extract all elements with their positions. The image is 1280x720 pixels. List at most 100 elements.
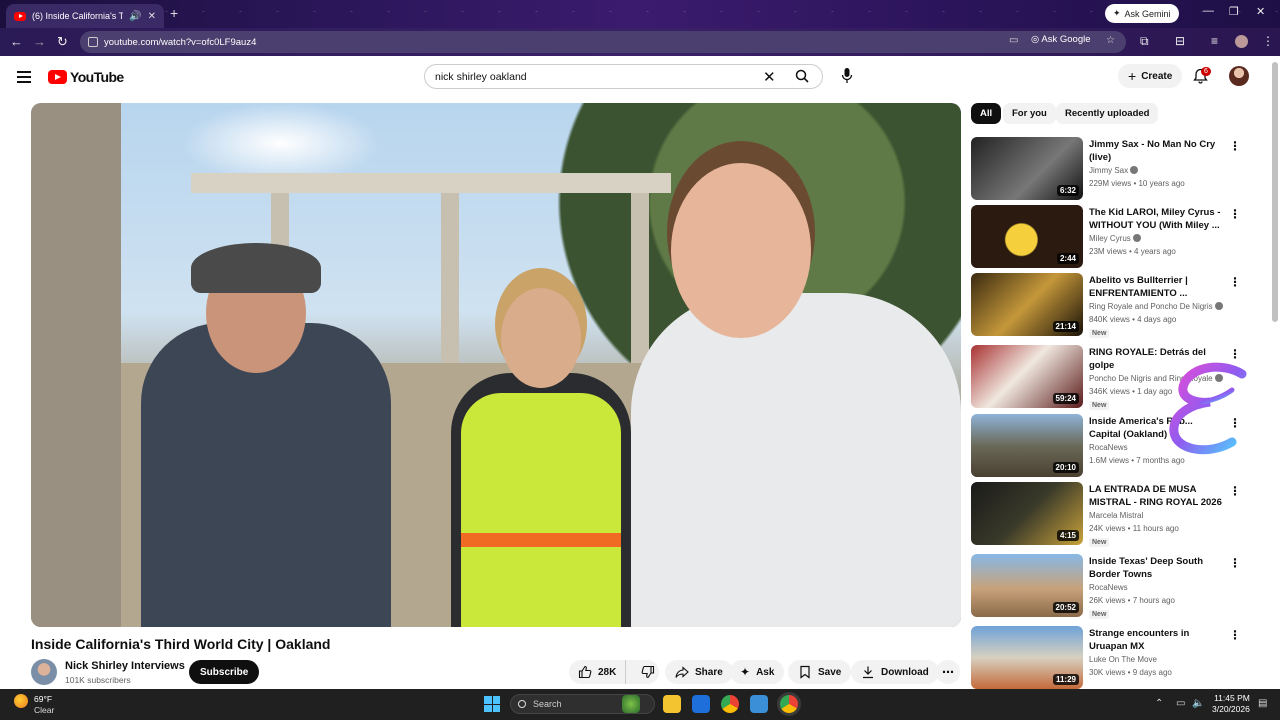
browser-tab[interactable]: (6) Inside California's Third 🔊 ✕ xyxy=(6,4,164,28)
new-tab-button[interactable]: + xyxy=(170,5,178,21)
ask-gemini-button[interactable]: ✦ Ask Gemini xyxy=(1105,4,1179,23)
recommendation-menu-icon[interactable]: ⋮ xyxy=(1229,139,1241,153)
file-explorer-icon[interactable] xyxy=(663,695,681,713)
address-bar[interactable]: youtube.com/watch?v=ofc0LF9auz4 xyxy=(80,31,1126,53)
recommendation-menu-icon[interactable]: ⋮ xyxy=(1229,347,1241,361)
recommendation-item[interactable]: 2:44 The Kid LAROI, Miley Cyrus - WITHOUT… xyxy=(971,205,1251,271)
recommendation-menu-icon[interactable]: ⋮ xyxy=(1229,484,1241,498)
video-thumbnail[interactable]: 20:10 xyxy=(971,414,1083,477)
chrome-active-app-icon[interactable] xyxy=(780,695,798,713)
video-frame-pergola xyxy=(191,173,671,193)
recommendation-channel[interactable]: RocaNews xyxy=(1089,443,1128,452)
volume-icon[interactable]: 🔈 xyxy=(1192,698,1204,709)
weather-temperature[interactable]: 69°F xyxy=(34,694,52,704)
channel-name-label: Marcela Mistral xyxy=(1089,511,1144,520)
like-button[interactable]: 28K xyxy=(569,660,627,684)
like-dislike-group: 28K xyxy=(569,660,659,684)
save-button[interactable]: Save xyxy=(788,660,852,684)
site-info-icon[interactable] xyxy=(88,37,98,47)
recommendation-title[interactable]: Inside Texas' Deep South Border Towns xyxy=(1089,555,1227,581)
recommendation-item[interactable]: 4:15 LA ENTRADA DE MUSA MISTRAL - RING RO… xyxy=(971,482,1251,548)
chip-all[interactable]: All xyxy=(971,103,1002,124)
recommendation-menu-icon[interactable]: ⋮ xyxy=(1229,207,1241,221)
notification-center-icon[interactable]: ▤ xyxy=(1258,698,1267,709)
ask-google-button[interactable]: ◎ Ask Google xyxy=(1031,34,1091,45)
store-app-icon[interactable] xyxy=(750,695,768,713)
duration-badge: 20:10 xyxy=(1052,462,1079,473)
youtube-logo[interactable]: YouTube xyxy=(48,69,124,85)
recommendation-channel[interactable]: Ring Royale and Poncho De Nigris xyxy=(1089,302,1223,311)
recommendation-channel[interactable]: Jimmy Sax xyxy=(1089,166,1139,175)
back-icon[interactable]: ← xyxy=(10,34,23,49)
video-thumbnail[interactable]: 20:52 xyxy=(971,554,1083,617)
video-player[interactable] xyxy=(31,103,961,627)
recommendation-menu-icon[interactable]: ⋮ xyxy=(1229,275,1241,289)
recommendation-item[interactable]: 21:14 Abelito vs Bullterrier | ENFRENTAMI… xyxy=(971,273,1251,339)
mail-app-icon[interactable] xyxy=(692,695,710,713)
recommendation-item[interactable]: 20:52 Inside Texas' Deep South Border Tow… xyxy=(971,554,1251,620)
weather-condition: Clear xyxy=(34,705,55,715)
recommendation-item[interactable]: 6:32 Jimmy Sax - No Man No Cry (live) Jimm… xyxy=(971,137,1251,203)
recommendation-title[interactable]: Abelito vs Bullterrier | ENFRENTAMIENTO … xyxy=(1089,274,1227,300)
minimize-icon[interactable]: — xyxy=(1203,5,1214,17)
create-button[interactable]: + Create xyxy=(1118,64,1183,88)
forward-icon[interactable]: → xyxy=(33,34,46,49)
subscribe-button[interactable]: Subscribe xyxy=(189,660,260,684)
chip-for-you[interactable]: For you xyxy=(1003,103,1056,124)
windows-start-icon[interactable] xyxy=(484,696,500,712)
channel-avatar[interactable] xyxy=(31,659,57,685)
widgets-app-icon[interactable] xyxy=(622,695,640,713)
recommendation-channel[interactable]: Luke On The Move xyxy=(1089,655,1157,664)
recommendation-channel[interactable]: Miley Cyrus xyxy=(1089,234,1141,243)
video-thumbnail[interactable]: 11:29 xyxy=(971,626,1083,689)
share-button[interactable]: Share xyxy=(665,660,733,684)
dislike-button[interactable] xyxy=(632,660,664,684)
recommendation-item[interactable]: 11:29 Strange encounters in Uruapan MX Luk… xyxy=(971,626,1251,692)
video-thumbnail[interactable]: 6:32 xyxy=(971,137,1083,200)
recommendation-title[interactable]: Jimmy Sax - No Man No Cry (live) xyxy=(1089,138,1227,164)
video-thumbnail[interactable]: 4:15 xyxy=(971,482,1083,545)
recommendation-channel[interactable]: RocaNews xyxy=(1089,583,1128,592)
recommendation-title[interactable]: Strange encounters in Uruapan MX xyxy=(1089,627,1227,653)
video-frame-person-right xyxy=(631,293,961,627)
recommendation-menu-icon[interactable]: ⋮ xyxy=(1229,628,1241,642)
bookmark-star-icon[interactable]: ☆ xyxy=(1106,35,1115,46)
extensions-icon[interactable]: ⧉ xyxy=(1140,34,1149,49)
media-controls-icon[interactable]: ≡ xyxy=(1211,34,1218,48)
reload-icon[interactable]: ↻ xyxy=(57,34,68,50)
cast-icon[interactable]: ▭ xyxy=(1009,35,1018,46)
recommendation-title[interactable]: The Kid LAROI, Miley Cyrus - WITHOUT YOU… xyxy=(1089,206,1227,232)
video-thumbnail[interactable]: 59:24 xyxy=(971,345,1083,408)
browser-profile-avatar[interactable] xyxy=(1235,35,1248,48)
ask-button[interactable]: ✦ Ask xyxy=(730,660,785,684)
video-thumbnail[interactable]: 21:14 xyxy=(971,273,1083,336)
guide-menu-icon[interactable] xyxy=(17,71,31,86)
microphone-icon[interactable] xyxy=(840,66,854,86)
duration-badge: 21:14 xyxy=(1052,321,1079,332)
maximize-icon[interactable]: ❐ xyxy=(1229,5,1239,18)
close-window-icon[interactable]: ✕ xyxy=(1256,5,1265,18)
search-icon[interactable] xyxy=(795,69,809,83)
download-button[interactable]: Download xyxy=(851,660,939,684)
browser-menu-icon[interactable]: ⋮ xyxy=(1262,34,1274,48)
channel-name[interactable]: Nick Shirley Interviews xyxy=(65,660,185,672)
speaker-icon[interactable]: 🔊 xyxy=(129,11,141,22)
side-panel-icon[interactable]: ⊟ xyxy=(1175,34,1185,48)
taskbar-clock[interactable]: 11:45 PM 3/20/2026 xyxy=(1212,693,1250,715)
weather-sun-icon[interactable] xyxy=(14,694,28,708)
more-actions-icon[interactable]: ⋯ xyxy=(936,660,960,684)
tray-overflow-icon[interactable]: ⌃ xyxy=(1155,698,1163,709)
chrome-app-icon[interactable] xyxy=(721,695,739,713)
page-scrollbar[interactable] xyxy=(1272,62,1278,322)
url-text: youtube.com/watch?v=ofc0LF9auz4 xyxy=(104,36,257,48)
network-icon[interactable]: ▭ xyxy=(1176,698,1185,709)
clear-search-icon[interactable]: ✕ xyxy=(763,68,776,86)
recommendation-title[interactable]: LA ENTRADA DE MUSA MISTRAL - RING ROYAL … xyxy=(1089,483,1227,509)
recommendation-menu-icon[interactable]: ⋮ xyxy=(1229,556,1241,570)
account-avatar[interactable] xyxy=(1229,66,1249,86)
chip-recently-uploaded[interactable]: Recently uploaded xyxy=(1056,103,1159,124)
close-tab-icon[interactable]: ✕ xyxy=(148,11,156,22)
video-thumbnail[interactable]: 2:44 xyxy=(971,205,1083,268)
bookmark-icon xyxy=(800,665,810,679)
recommendation-channel[interactable]: Marcela Mistral xyxy=(1089,511,1143,520)
